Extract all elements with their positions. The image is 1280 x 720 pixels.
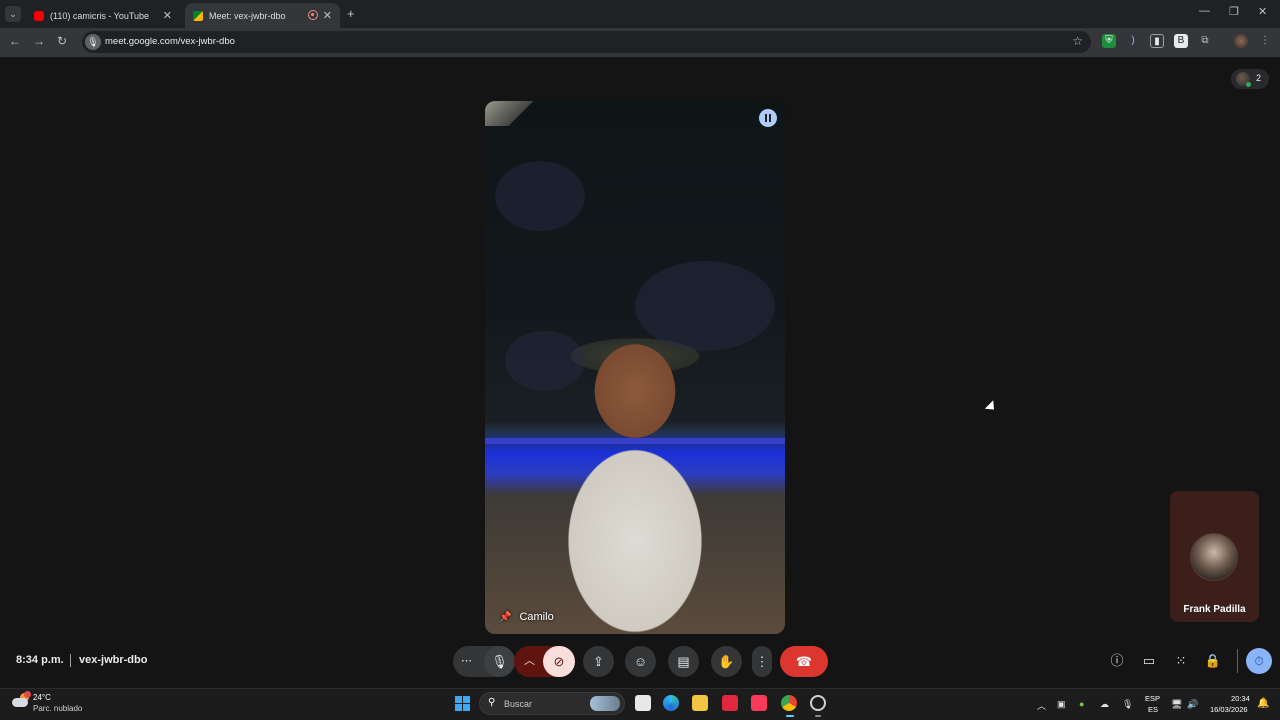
tab-meet[interactable]: Meet: vex-jwbr-dbo ✕ <box>185 3 340 28</box>
edge-icon[interactable] <box>663 695 679 711</box>
url-text[interactable]: meet.google.com/vex-jwbr-dbo <box>105 36 235 47</box>
acrobat-icon[interactable] <box>722 695 738 711</box>
main-video-tile[interactable]: 📌 Camilo <box>485 101 785 634</box>
clock-date[interactable]: 16/03/2026 <box>1210 705 1248 714</box>
audio-settings-icon[interactable]: ⋯ <box>461 646 472 677</box>
translate-extension-icon[interactable]: ) <box>1126 34 1140 48</box>
browser-toolbar: ← → ↻ 🎙 meet.google.com/vex-jwbr-dbo ☆ <box>0 28 1280 57</box>
meeting-time: 8:34 p.m. <box>16 654 64 666</box>
emoji-icon[interactable]: ☺ <box>625 646 656 677</box>
chevron-up-icon[interactable]: ︿ <box>514 646 545 677</box>
divider <box>70 654 71 667</box>
forward-icon[interactable]: → <box>33 34 45 48</box>
tab-title: (110) camicris - YouTube <box>50 10 150 21</box>
chrome-icon[interactable] <box>781 695 797 711</box>
avatar <box>1236 72 1251 87</box>
tray-app-icon[interactable]: ▣ <box>1057 699 1066 710</box>
close-window-button[interactable]: ✕ <box>1258 5 1267 18</box>
reload-icon[interactable]: ↻ <box>57 34 67 48</box>
weather-condition[interactable]: Parc. nublado <box>33 704 82 713</box>
shield-extension-icon[interactable]: ⛨ <box>1102 34 1116 48</box>
search-placeholder: Buscar <box>504 699 533 709</box>
music-icon[interactable] <box>751 695 767 711</box>
camera-off-icon[interactable]: ⊘ <box>543 646 575 677</box>
meet-icon <box>193 10 203 21</box>
network-icon[interactable]: 🖥 <box>1171 699 1182 710</box>
participant-name-label: 📌 Camilo <box>499 611 554 623</box>
video-feed-detail <box>495 161 585 231</box>
video-feed-detail <box>485 438 785 444</box>
microphone-icon[interactable]: 🎙 <box>484 646 515 677</box>
avatar <box>1190 533 1238 581</box>
onedrive-cloud-icon[interactable]: ☁ <box>1100 699 1109 710</box>
divider <box>1237 649 1238 673</box>
back-icon[interactable]: ← <box>9 34 21 48</box>
video-feed-detail <box>505 331 585 391</box>
microphone-tray-icon[interactable]: 🎙 <box>1122 699 1133 710</box>
video-feed-detail <box>485 101 540 126</box>
search-highlight-image <box>590 696 620 711</box>
running-app-indicator <box>815 715 821 717</box>
pause-video-icon[interactable] <box>759 109 777 127</box>
show-hidden-icons-chevron[interactable]: ︿ <box>1037 699 1046 712</box>
chat-icon[interactable]: ▭ <box>1140 652 1158 670</box>
participant-count: 2 <box>1256 73 1262 83</box>
file-explorer-icon[interactable] <box>692 695 708 711</box>
active-app-indicator <box>786 715 794 717</box>
notification-bell-icon[interactable]: 🔔 <box>1257 698 1269 709</box>
tray-app-icon[interactable]: ● <box>1079 699 1084 709</box>
participant-name: Camilo <box>519 611 554 623</box>
youtube-icon <box>34 10 44 21</box>
browser-menu-icon[interactable]: ⋮ <box>1258 34 1272 48</box>
captions-icon[interactable]: ▤ <box>668 646 699 677</box>
bookmark-extension-icon[interactable]: ▮ <box>1150 34 1164 48</box>
raise-hand-icon[interactable]: ✋ <box>711 646 742 677</box>
meeting-code: vex-jwbr-dbo <box>79 654 148 666</box>
tab-search-button[interactable]: ⌄ <box>5 6 21 22</box>
start-button[interactable] <box>455 696 470 711</box>
tab-youtube[interactable]: (110) camicris - YouTube ✕ <box>26 3 180 28</box>
extensions-puzzle-icon[interactable]: ⧉ <box>1198 34 1212 48</box>
more-options-icon[interactable]: ⋮ <box>752 646 772 677</box>
browser-tab-bar: ⌄ (110) camicris - YouTube ✕ Meet: vex-j… <box>0 0 1280 28</box>
present-screen-icon[interactable]: ⇪ <box>583 646 614 677</box>
taskbar-search[interactable]: ⚲ Buscar <box>479 692 625 715</box>
profile-avatar[interactable] <box>1234 34 1248 48</box>
host-controls-lock-icon[interactable]: 🔒 <box>1204 652 1222 670</box>
site-info-icon[interactable]: 🎙 <box>85 34 101 50</box>
reader-extension-icon[interactable]: B <box>1174 34 1188 48</box>
tab-title: Meet: vex-jwbr-dbo <box>209 10 286 21</box>
side-participant-tile[interactable]: Frank Padilla <box>1170 491 1259 622</box>
new-tab-button[interactable]: + <box>347 6 355 21</box>
close-tab-icon[interactable]: ✕ <box>323 9 332 22</box>
address-bar[interactable]: 🎙 meet.google.com/vex-jwbr-dbo ☆ <box>82 31 1091 53</box>
weather-temp[interactable]: 24°C <box>33 693 51 702</box>
mic-group: ⋯ 🎙 <box>453 646 515 677</box>
input-language[interactable]: ESP <box>1145 694 1160 703</box>
bookmark-star-icon[interactable]: ☆ <box>1072 34 1083 48</box>
volume-icon[interactable]: 🔊 <box>1187 699 1198 710</box>
recording-icon <box>308 10 318 20</box>
clock-time[interactable]: 20:34 <box>1231 694 1250 703</box>
camera-group: ︿ ⊘ <box>514 646 575 677</box>
weather-icon[interactable] <box>12 691 31 709</box>
minimize-button[interactable]: — <box>1199 5 1210 17</box>
participant-name: Frank Padilla <box>1183 604 1246 615</box>
keyboard-layout[interactable]: ES <box>1148 705 1158 714</box>
task-view-icon[interactable] <box>635 695 651 711</box>
meeting-info-icon[interactable]: ⓘ <box>1108 652 1126 670</box>
end-call-button[interactable]: ☎ <box>780 646 828 677</box>
restore-button[interactable]: ❐ <box>1229 5 1239 18</box>
video-feed-detail <box>635 261 775 351</box>
activities-grid-icon[interactable]: ⁙ <box>1172 652 1190 670</box>
close-tab-icon[interactable]: ✕ <box>163 9 172 22</box>
pin-icon[interactable]: 📌 <box>499 612 511 623</box>
obs-icon[interactable] <box>810 695 826 711</box>
participant-count-badge[interactable]: 2 <box>1231 69 1269 89</box>
timer-icon[interactable]: ⏱ <box>1246 648 1272 674</box>
search-icon: ⚲ <box>488 697 496 708</box>
